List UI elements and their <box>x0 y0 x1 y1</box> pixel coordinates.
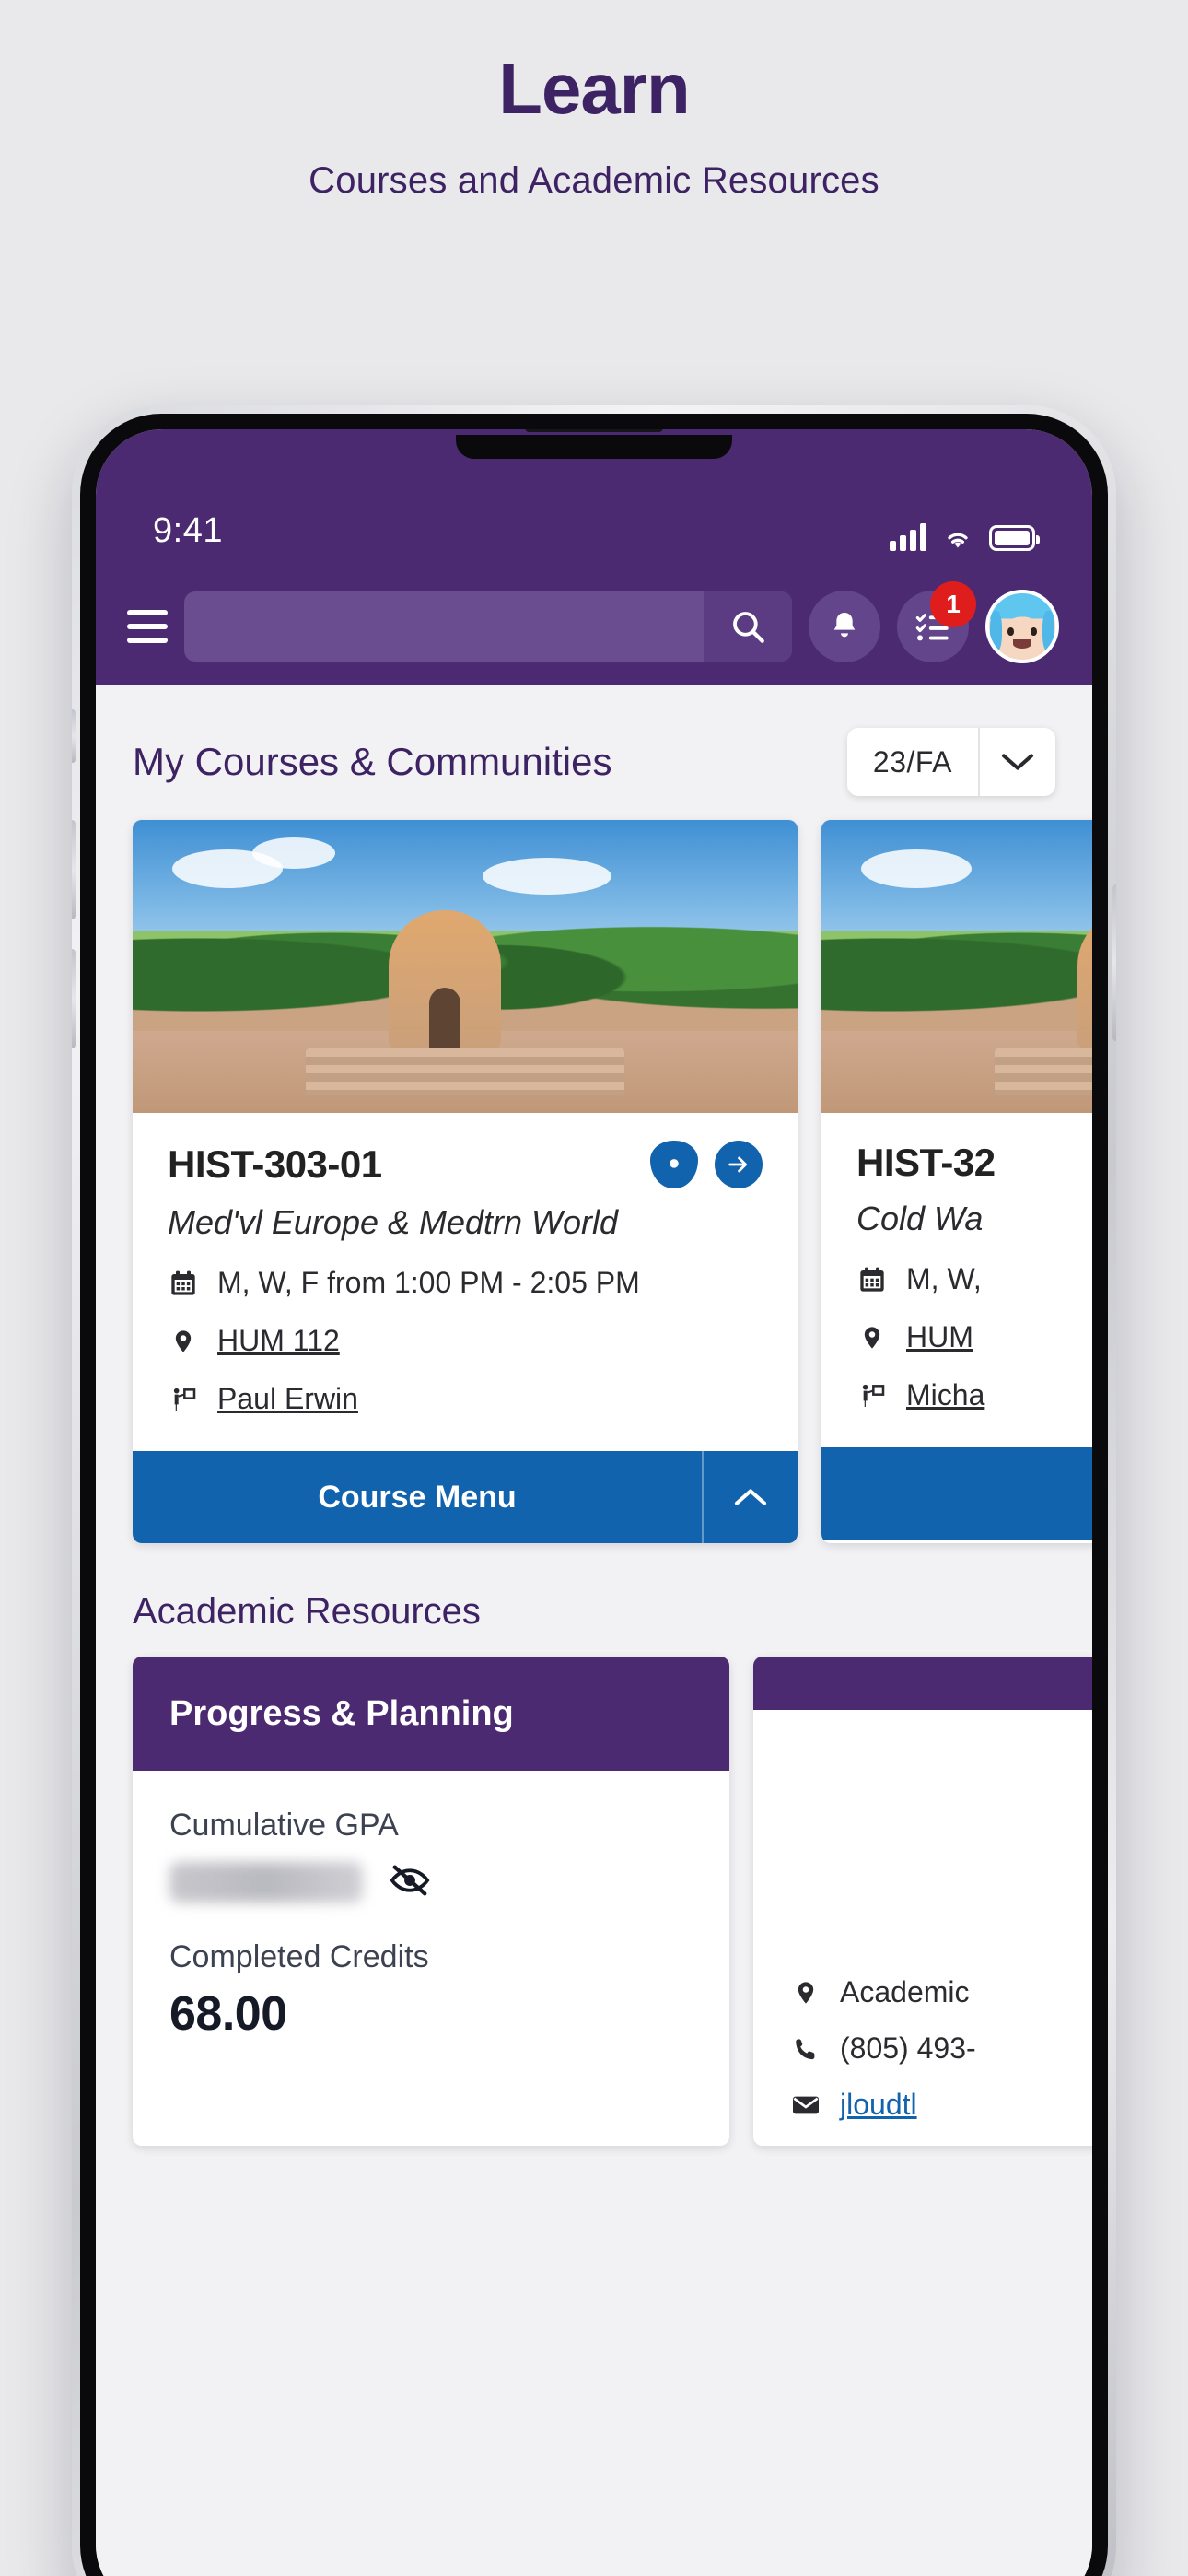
course-schedule: M, W, <box>906 1262 982 1295</box>
search-icon <box>733 612 764 643</box>
advisor-email-link[interactable]: jloudtl <box>840 2088 917 2122</box>
course-menu-collapse-button[interactable] <box>702 1451 798 1543</box>
course-instructor-link[interactable]: Micha <box>906 1378 984 1412</box>
hero-section: Learn Courses and Academic Resources <box>0 0 1188 202</box>
calendar-icon <box>856 1263 888 1296</box>
gpa-value-row <box>169 1862 693 1903</box>
device-notch <box>456 429 732 459</box>
chevron-down-icon <box>1002 754 1033 770</box>
eye-off-icon[interactable] <box>389 1864 431 1902</box>
course-schedule-row: M, W, F from 1:00 PM - 2:05 PM <box>168 1266 763 1300</box>
advisor-office: Academic <box>840 1975 970 2008</box>
advisor-phone-row[interactable]: (805) 493- <box>790 2032 1092 2066</box>
user-avatar[interactable] <box>985 590 1059 663</box>
advisor-role: Student Suc <box>790 1905 1092 1944</box>
phone-screen: 9:41 1 My Courses & Communities 23/FA HI… <box>96 429 1092 2576</box>
course-menu-bar[interactable]: Course Menu <box>133 1451 798 1543</box>
course-card[interactable]: HIST-32 Cold Wa M, W, HUM Micha <box>821 820 1092 1543</box>
search-button[interactable] <box>704 591 792 662</box>
course-menu-bar[interactable]: C <box>821 1447 1092 1540</box>
course-banner-image <box>133 820 798 1113</box>
course-room-row[interactable]: HUM 112 <box>168 1324 763 1358</box>
course-schedule: M, W, F from 1:00 PM - 2:05 PM <box>217 1266 640 1299</box>
course-code: HIST-303-01 <box>168 1142 382 1186</box>
course-menu-button[interactable]: Course Menu <box>133 1451 702 1543</box>
course-card[interactable]: HIST-303-01 Med'vl Europe & Medtrn World… <box>133 820 798 1543</box>
term-selector[interactable]: 23/FA <box>846 728 1055 796</box>
credits-value: 68.00 <box>169 1987 287 2041</box>
course-banner-image <box>821 820 1092 1113</box>
advisor-card-header <box>753 1657 1092 1710</box>
app-navigation-bar: 1 <box>96 568 1092 685</box>
course-room-link[interactable]: HUM <box>906 1320 973 1354</box>
email-icon <box>790 2089 821 2122</box>
battery-icon <box>989 525 1040 551</box>
course-carousel[interactable]: HIST-303-01 Med'vl Europe & Medtrn World… <box>96 820 1092 1543</box>
status-clock: 9:41 <box>153 511 223 550</box>
phone-icon <box>790 2032 821 2066</box>
course-instructor-row[interactable]: Micha <box>856 1378 1092 1412</box>
course-menu-button[interactable]: C <box>821 1447 1092 1540</box>
location-pin-icon <box>790 1976 821 2009</box>
term-caret-button[interactable] <box>978 728 1055 796</box>
search-input[interactable] <box>184 611 704 642</box>
gpa-label: Cumulative GPA <box>169 1808 399 1843</box>
volume-up-button[interactable] <box>72 820 76 919</box>
page-subtitle: Courses and Academic Resources <box>309 159 879 201</box>
credits-label: Completed Credits <box>169 1939 429 1974</box>
app-content: My Courses & Communities 23/FA HIST-303-… <box>96 685 1092 2576</box>
advisor-office-row: Academic <box>790 1975 1092 2009</box>
gpa-value-masked <box>169 1862 363 1903</box>
term-value: 23/FA <box>872 744 952 779</box>
course-room-link[interactable]: HUM 112 <box>217 1324 340 1358</box>
tasks-badge: 1 <box>930 581 976 627</box>
advisor-phone[interactable]: (805) 493- <box>840 2032 976 2066</box>
location-pin-icon <box>168 1325 199 1358</box>
course-instructor-row[interactable]: Paul Erwin <box>168 1382 763 1416</box>
course-name: Cold Wa <box>856 1200 984 1237</box>
courses-section-title: My Courses & Communities <box>133 740 612 783</box>
phone-mockup: 9:41 1 My Courses & Communities 23/FA HI… <box>72 405 1116 2576</box>
location-pin-icon <box>856 1321 888 1354</box>
volume-down-button[interactable] <box>72 949 76 1048</box>
course-instructor-link[interactable]: Paul Erwin <box>217 1382 358 1416</box>
signal-bars-icon <box>890 523 926 551</box>
course-room-row[interactable]: HUM <box>856 1320 1092 1354</box>
arrow-right-icon[interactable] <box>715 1141 763 1188</box>
instructor-icon <box>856 1379 888 1412</box>
bell-icon <box>833 613 856 638</box>
advisor-card[interactable]: Jamie Student Suc <box>753 1657 1092 2146</box>
map-pin-icon[interactable] <box>650 1141 698 1188</box>
wifi-icon <box>948 533 968 548</box>
resources-carousel[interactable]: Progress & Planning Cumulative GPA Compl… <box>96 1657 1092 2146</box>
tasks-button[interactable]: 1 <box>897 581 976 662</box>
advisor-email-row[interactable]: jloudtl <box>790 2088 1092 2122</box>
hamburger-menu-icon[interactable] <box>127 610 168 643</box>
chevron-up-icon <box>735 1489 766 1505</box>
progress-planning-card[interactable]: Progress & Planning Cumulative GPA Compl… <box>133 1657 729 2146</box>
power-button[interactable] <box>1112 884 1116 1041</box>
page-root: Learn Courses and Academic Resources 9:4… <box>0 0 1188 2576</box>
search-bar[interactable] <box>184 591 792 662</box>
notifications-button[interactable] <box>809 591 880 662</box>
course-code: HIST-32 <box>856 1141 996 1184</box>
advisor-name: Jamie <box>790 1848 1092 1892</box>
page-title: Learn <box>498 48 690 129</box>
courses-section-header: My Courses & Communities 23/FA <box>96 685 1092 820</box>
course-schedule-row: M, W, <box>856 1262 1092 1296</box>
progress-card-title: Progress & Planning <box>169 1693 514 1733</box>
calendar-icon <box>168 1267 199 1300</box>
instructor-icon <box>168 1383 199 1416</box>
resources-section-title: Academic Resources <box>133 1591 481 1632</box>
progress-card-header: Progress & Planning <box>133 1657 729 1771</box>
course-name: Med'vl Europe & Medtrn World <box>168 1203 619 1241</box>
silent-switch[interactable] <box>72 709 76 763</box>
